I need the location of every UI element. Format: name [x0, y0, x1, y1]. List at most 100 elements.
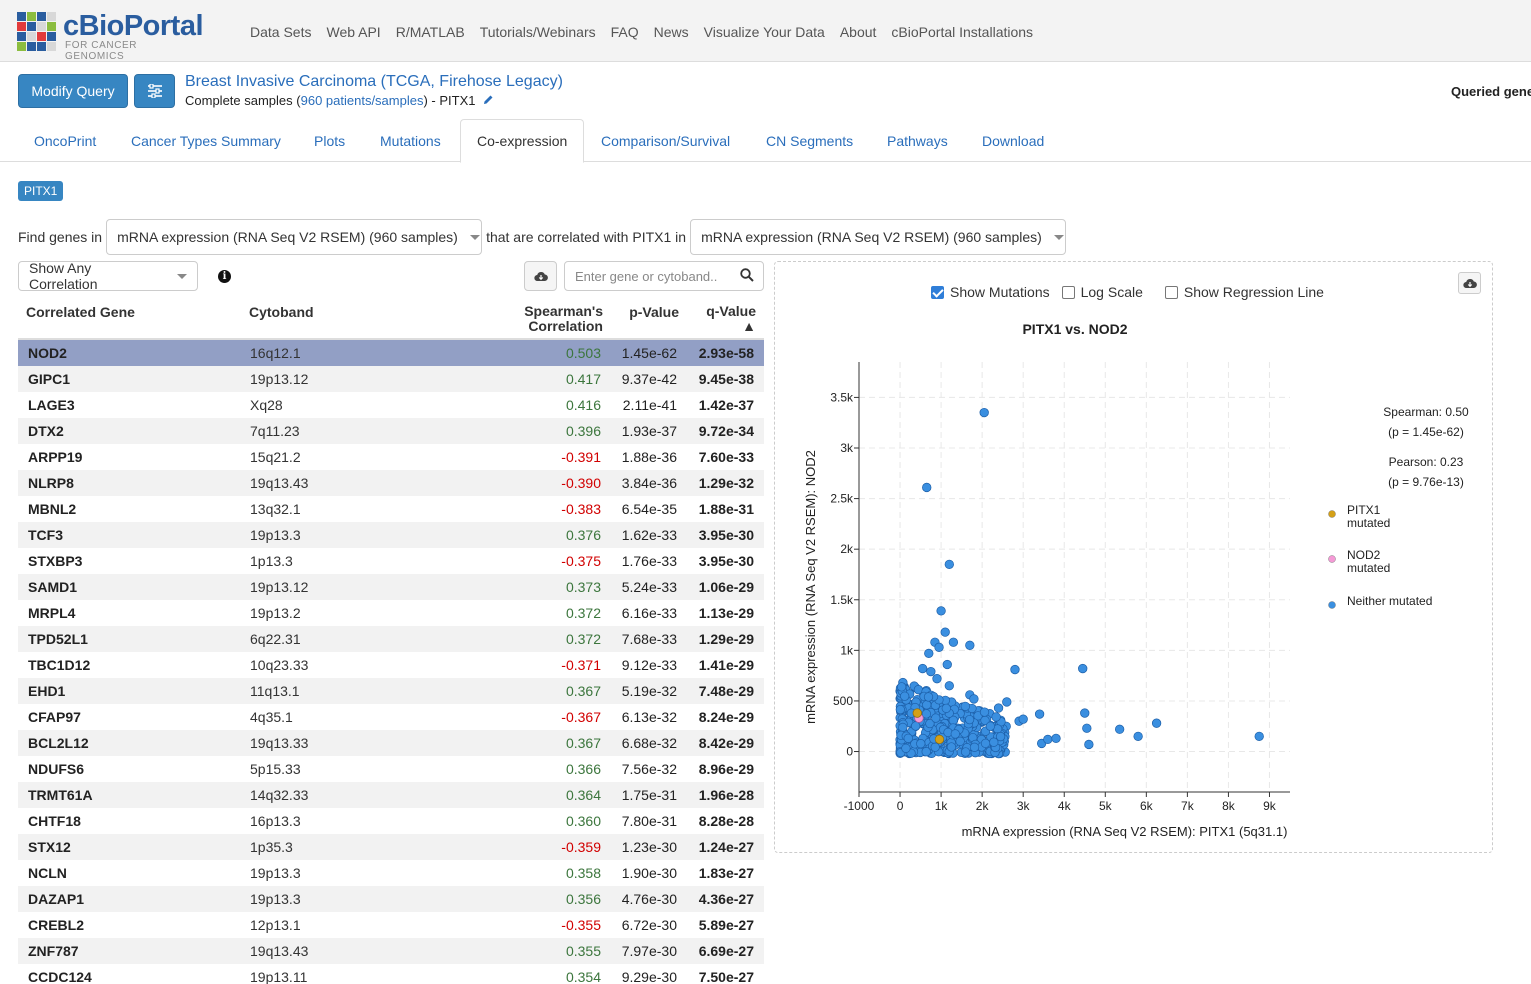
nav-visualize[interactable]: Visualize Your Data — [704, 24, 825, 40]
nav-news[interactable]: News — [654, 24, 689, 40]
table-row[interactable]: DAZAP1 19p13.3 0.356 4.76e-30 4.36e-27 — [18, 886, 764, 912]
x-tick-label: -1000 — [844, 799, 875, 813]
sliders-icon — [147, 84, 162, 98]
nav-data-sets[interactable]: Data Sets — [250, 24, 311, 40]
table-row[interactable]: STX12 1p35.3 -0.359 1.23e-30 1.24e-27 — [18, 834, 764, 860]
cell-correlation: 0.360 — [565, 813, 601, 829]
point-neither-mutated — [980, 738, 991, 749]
patients-samples-link[interactable]: 960 patients/samples — [301, 93, 424, 108]
table-row[interactable]: ZNF787 19q13.43 0.355 7.97e-30 6.69e-27 — [18, 938, 764, 964]
modify-query-button[interactable]: Modify Query — [18, 74, 128, 108]
table-row[interactable]: BCL2L12 19q13.33 0.367 6.68e-32 8.42e-29 — [18, 730, 764, 756]
tab-comparison-survival[interactable]: Comparison/Survival — [585, 119, 746, 162]
find-genes-row: Find genes in mRNA expression (RNA Seq V… — [18, 219, 1067, 255]
table-row[interactable]: NOD2 16q12.1 0.503 1.45e-62 2.93e-58 — [18, 340, 764, 366]
tab-mutations[interactable]: Mutations — [364, 119, 457, 162]
table-row[interactable]: MBNL2 13q32.1 -0.383 6.54e-35 1.88e-31 — [18, 496, 764, 522]
col-header-cytoband[interactable]: Cytoband — [249, 304, 314, 320]
log-scale-checkbox[interactable] — [1061, 285, 1075, 299]
chevron-down-icon — [1053, 234, 1064, 240]
nav-web-api[interactable]: Web API — [326, 24, 380, 40]
y-tick-label: 500 — [833, 694, 853, 708]
table-row[interactable]: CFAP97 4q35.1 -0.367 6.13e-32 8.24e-29 — [18, 704, 764, 730]
main-nav-links: Data Sets Web API R/MATLAB Tutorials/Web… — [250, 24, 1048, 40]
cell-pvalue: 1.88e-36 — [621, 449, 677, 465]
legend-neither-mutated-label: Neither mutated — [1347, 594, 1432, 608]
nav-r-matlab[interactable]: R/MATLAB — [396, 24, 465, 40]
table-download-button[interactable] — [524, 261, 557, 291]
col-header-correlation[interactable]: Spearman's Correlation — [524, 304, 603, 334]
nav-installations[interactable]: cBioPortal Installations — [891, 24, 1033, 40]
table-row[interactable]: EHD1 11q13.1 0.367 5.19e-32 7.48e-29 — [18, 678, 764, 704]
table-row[interactable]: GIPC1 19p13.12 0.417 9.37e-42 9.45e-38 — [18, 366, 764, 392]
col-header-correlation-line2: Correlation — [528, 318, 603, 334]
table-row[interactable]: TPD52L1 6q22.31 0.372 7.68e-33 1.29e-29 — [18, 626, 764, 652]
nav-about[interactable]: About — [840, 24, 877, 40]
tab-co-expression[interactable]: Co-expression — [460, 119, 585, 163]
x-tick-label: 3k — [1017, 799, 1031, 813]
table-row[interactable]: CCDC124 19p13.11 0.354 9.29e-30 7.50e-27 — [18, 964, 764, 984]
point-neither-mutated — [934, 642, 944, 652]
table-row[interactable]: NCLN 19p13.3 0.358 1.90e-30 1.83e-27 — [18, 860, 764, 886]
point-neither-mutated — [985, 721, 996, 731]
show-mutations-checkbox[interactable] — [931, 285, 944, 299]
gene-search-input[interactable] — [564, 261, 764, 291]
correlation-filter-select[interactable]: Show Any Correlation — [18, 260, 198, 292]
table-row[interactable]: DTX2 7q11.23 0.396 1.93e-37 9.72e-34 — [18, 418, 764, 444]
scatter-plot: PITX1 vs. NOD2 -1000 0 1k 2k 3k 4k 5k 6k 7k 8k 9k 0 5… — [803, 321, 1469, 839]
cbioportal-logo[interactable]: cBioPortal FOR CANCER GENOMICS — [17, 10, 204, 62]
table-row[interactable]: NDUFS6 5p15.33 0.366 7.56e-32 8.96e-29 — [18, 756, 764, 782]
cell-gene: CCDC124 — [28, 969, 92, 984]
cell-gene: MRPL4 — [28, 605, 76, 621]
cell-correlation: 0.373 — [565, 579, 601, 595]
table-row[interactable]: TRMT61A 14q32.33 0.364 1.75e-31 1.96e-28 — [18, 782, 764, 808]
point-neither-mutated — [922, 700, 932, 710]
tab-download[interactable]: Download — [966, 119, 1060, 162]
point-neither-mutated — [1018, 714, 1028, 724]
cell-gene: DAZAP1 — [28, 891, 85, 907]
tab-pathways[interactable]: Pathways — [871, 119, 964, 162]
cell-correlation: 0.358 — [565, 865, 601, 881]
tab-cancer-types-summary[interactable]: Cancer Types Summary — [115, 119, 297, 162]
table-row[interactable]: TCF3 19p13.3 0.376 1.62e-33 3.95e-30 — [18, 522, 764, 548]
tab-cn-segments[interactable]: CN Segments — [750, 119, 869, 162]
table-row[interactable]: LAGE3 Xq28 0.416 2.11e-41 1.42e-37 — [18, 392, 764, 418]
y-tick-label: 2.5k — [830, 492, 854, 506]
tab-oncoprint[interactable]: OncoPrint — [18, 119, 112, 162]
point-neither-mutated — [993, 703, 1004, 713]
col-header-gene[interactable]: Correlated Gene — [26, 304, 135, 320]
point-neither-mutated — [965, 640, 975, 650]
nav-faq[interactable]: FAQ — [611, 24, 639, 40]
table-row[interactable]: TBC1D12 10q23.33 -0.371 9.12e-33 1.41e-29 — [18, 652, 764, 678]
gene-tab-pitx1[interactable]: PITX1 — [18, 181, 64, 201]
col-header-pvalue[interactable]: p-Value — [629, 304, 679, 320]
pencil-icon[interactable] — [482, 94, 494, 106]
study-title[interactable]: Breast Invasive Carcinoma (TCGA, Firehos… — [185, 73, 563, 91]
point-neither-mutated — [916, 739, 926, 749]
x-tick-label: 4k — [1058, 799, 1072, 813]
table-row[interactable]: ARPP19 15q21.2 -0.391 1.88e-36 7.60e-33 — [18, 444, 764, 470]
cloud-download-icon — [533, 271, 548, 281]
table-row[interactable]: CHTF18 16p13.3 0.360 7.80e-31 8.28e-28 — [18, 808, 764, 834]
table-row[interactable]: CREBL2 12p13.1 -0.355 6.72e-30 5.89e-27 — [18, 912, 764, 938]
col-header-qvalue[interactable]: q-Value ▲ — [706, 304, 756, 334]
cell-gene: NLRP8 — [28, 475, 74, 491]
table-row[interactable]: STXBP3 1p13.3 -0.375 1.76e-33 3.95e-30 — [18, 548, 764, 574]
info-icon[interactable]: i — [218, 270, 231, 283]
profile-select-2[interactable]: mRNA expression (RNA Seq V2 RSEM) (960 s… — [690, 219, 1067, 255]
legend-pitx1-mutated-marker — [1328, 510, 1336, 518]
table-row[interactable]: MRPL4 19p13.2 0.372 6.16e-33 1.13e-29 — [18, 600, 764, 626]
point-neither-mutated — [1010, 664, 1020, 675]
cell-qvalue: 3.95e-30 — [698, 553, 754, 569]
cell-correlation: 0.396 — [565, 423, 601, 439]
table-row[interactable]: SAMD1 19p13.12 0.373 5.24e-33 1.06e-29 — [18, 574, 764, 600]
plot-download-button[interactable] — [1458, 272, 1481, 294]
logo-subtitle: FOR CANCER GENOMICS — [65, 40, 138, 62]
query-settings-button[interactable] — [134, 74, 175, 108]
tab-plots[interactable]: Plots — [298, 119, 361, 162]
profile-select-1[interactable]: mRNA expression (RNA Seq V2 RSEM) (960 s… — [106, 219, 483, 255]
cell-qvalue: 3.95e-30 — [698, 527, 754, 543]
regression-line-checkbox[interactable] — [1164, 285, 1178, 299]
nav-tutorials[interactable]: Tutorials/Webinars — [480, 24, 596, 40]
table-row[interactable]: NLRP8 19q13.43 -0.390 3.84e-36 1.29e-32 — [18, 470, 764, 496]
